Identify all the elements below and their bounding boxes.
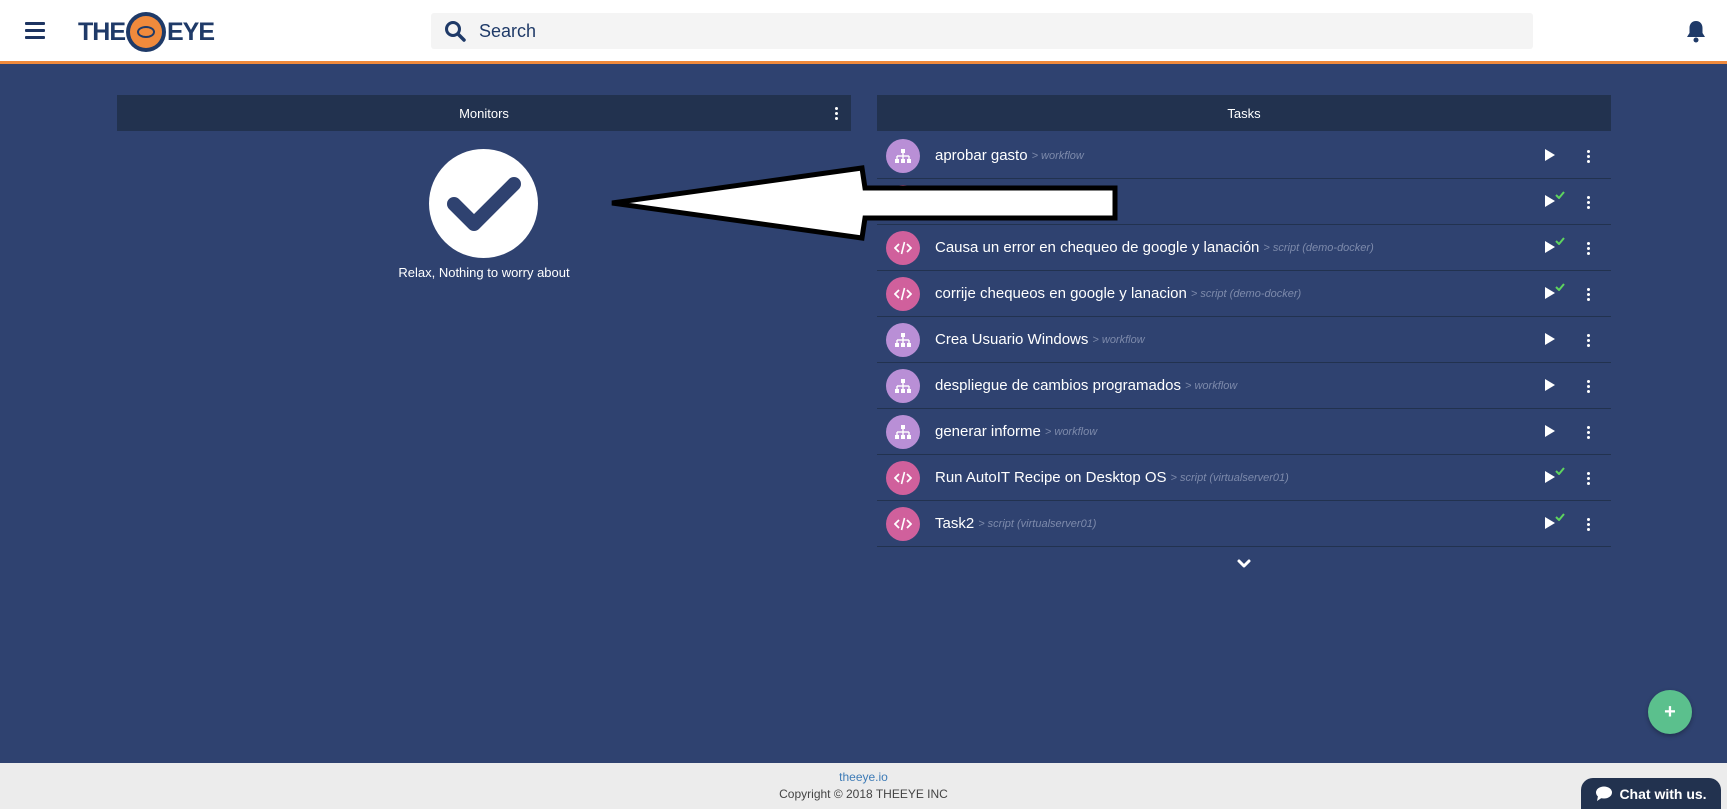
- task-menu-icon[interactable]: [1583, 148, 1593, 164]
- task-type: > script (demo-docker): [1263, 241, 1374, 254]
- logo-text-left: THE: [78, 17, 126, 46]
- monitors-header: Monitors: [117, 95, 851, 131]
- task-type: > workflow: [1031, 149, 1084, 162]
- run-task-play-icon[interactable]: [1545, 378, 1569, 394]
- task-menu-icon[interactable]: [1583, 470, 1593, 486]
- chat-label: Chat with us.: [1619, 785, 1707, 802]
- task-row[interactable]: despliegue de cambios programados > workf…: [877, 363, 1611, 409]
- task-row[interactable]: Run AutoIT Recipe on Desktop OS > script …: [877, 455, 1611, 501]
- run-task-checked-icon[interactable]: [1545, 237, 1569, 256]
- workflow-icon: [886, 322, 920, 357]
- tasks-title: Tasks: [1227, 105, 1261, 121]
- run-task-checked-icon[interactable]: [1545, 191, 1569, 210]
- logo-text-right: EYE: [167, 17, 215, 46]
- task-menu-icon[interactable]: [1583, 424, 1593, 440]
- show-more-chevron-icon[interactable]: [1236, 557, 1252, 571]
- task-menu-icon[interactable]: [1583, 378, 1593, 394]
- footer-link[interactable]: theeye.io: [0, 770, 1727, 784]
- monitors-status-message: Relax, Nothing to worry about: [398, 265, 570, 280]
- task-type: > script (virtualserver01): [978, 517, 1097, 530]
- workflow-icon: [886, 414, 920, 449]
- annotation-arrow: [611, 165, 1118, 241]
- task-type: > workflow: [1184, 379, 1238, 392]
- monitors-menu-icon[interactable]: [829, 105, 843, 121]
- chat-bubble-icon: [1596, 786, 1613, 801]
- task-menu-icon[interactable]: [1583, 332, 1593, 348]
- task-row[interactable]: Crea Usuario Windows > workflow: [877, 317, 1611, 363]
- task-type: > script (demo-docker): [1190, 287, 1302, 300]
- task-menu-icon[interactable]: [1583, 194, 1593, 210]
- task-name[interactable]: Run AutoIT Recipe on Desktop OS: [935, 469, 1167, 486]
- footer: theeye.io Copyright © 2018 THEEYE INC: [0, 763, 1727, 809]
- logo-eye-icon: [126, 12, 166, 52]
- script-code-icon: [886, 506, 920, 541]
- task-menu-icon[interactable]: [1583, 286, 1593, 302]
- task-menu-icon[interactable]: [1583, 516, 1593, 532]
- workflow-icon: [886, 368, 920, 403]
- run-task-checked-icon[interactable]: [1545, 513, 1569, 532]
- task-type: > workflow: [1044, 425, 1098, 438]
- monitors-title: Monitors: [459, 105, 509, 121]
- search-bar: [431, 13, 1533, 49]
- menu-icon[interactable]: [25, 22, 45, 39]
- task-name[interactable]: Task2: [935, 515, 974, 532]
- run-task-play-icon[interactable]: [1545, 332, 1569, 348]
- chat-button[interactable]: Chat with us.: [1581, 778, 1721, 809]
- run-task-play-icon[interactable]: [1545, 148, 1569, 164]
- theeye-logo[interactable]: THE EYE: [78, 12, 215, 52]
- search-input[interactable]: [475, 20, 1375, 42]
- add-button[interactable]: +: [1648, 690, 1692, 734]
- task-type: > script (virtualserver01): [1170, 471, 1289, 484]
- tasks-header: Tasks: [877, 95, 1611, 131]
- top-header: THE EYE: [0, 0, 1727, 64]
- task-name[interactable]: corrije chequeos en google y lanacion: [935, 285, 1187, 302]
- script-code-icon: [886, 460, 920, 495]
- task-name[interactable]: aprobar gasto: [935, 147, 1028, 164]
- all-ok-check-icon: [429, 149, 538, 258]
- script-code-icon: [886, 276, 920, 311]
- task-row[interactable]: Task2 > script (virtualserver01): [877, 501, 1611, 547]
- task-menu-icon[interactable]: [1583, 240, 1593, 256]
- run-task-play-icon[interactable]: [1545, 424, 1569, 440]
- task-name[interactable]: despliegue de cambios programados: [935, 377, 1181, 394]
- task-name[interactable]: generar informe: [935, 423, 1041, 440]
- run-task-checked-icon[interactable]: [1545, 283, 1569, 302]
- footer-copyright: Copyright © 2018 THEEYE INC: [779, 787, 948, 801]
- task-row[interactable]: corrije chequeos en google y lanacion > s…: [877, 271, 1611, 317]
- bell-icon[interactable]: [1685, 19, 1709, 45]
- run-task-checked-icon[interactable]: [1545, 467, 1569, 486]
- task-name[interactable]: Crea Usuario Windows: [935, 331, 1088, 348]
- search-icon[interactable]: [435, 20, 475, 42]
- task-row[interactable]: generar informe > workflow: [877, 409, 1611, 455]
- task-type: > workflow: [1092, 333, 1145, 346]
